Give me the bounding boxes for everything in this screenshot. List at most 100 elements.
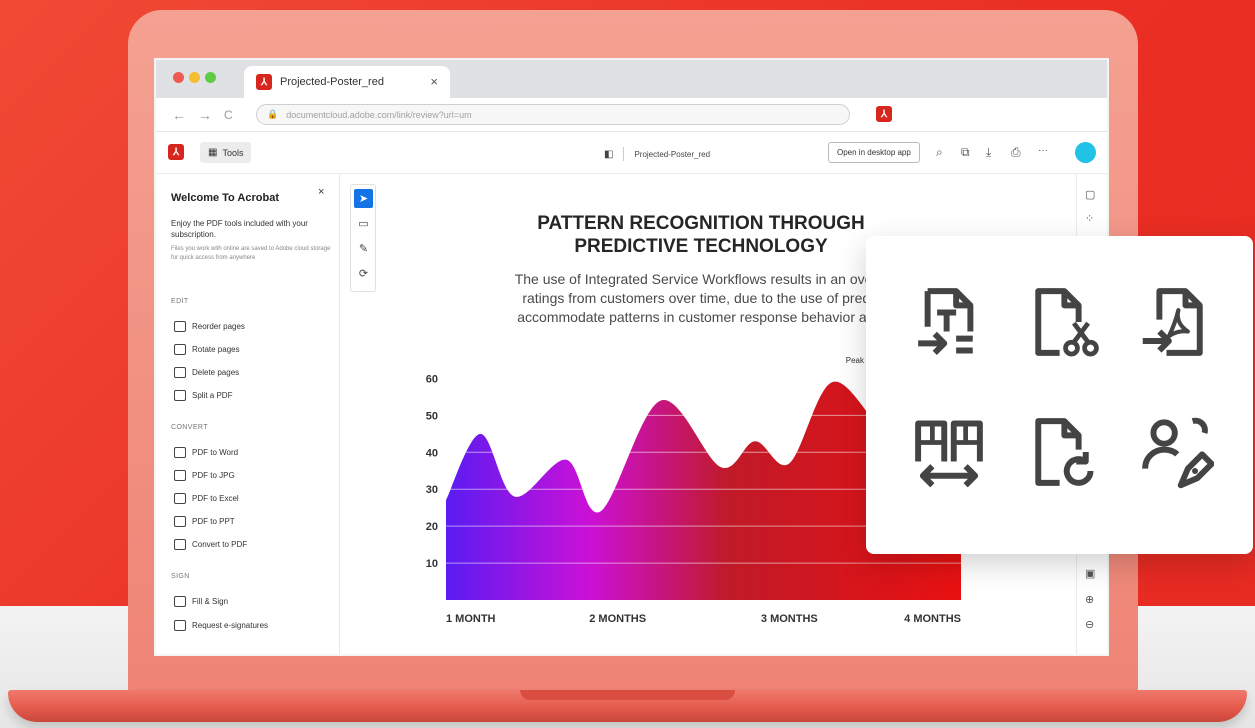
tool-pdf-to-jpg[interactable]: PDF to JPG: [174, 470, 235, 481]
tool-pdf-to-excel[interactable]: PDF to Excel: [174, 493, 239, 504]
comment-icon[interactable]: ▢: [1085, 188, 1095, 201]
organize-icon[interactable]: ⁘: [1085, 212, 1094, 225]
divider: [623, 147, 625, 161]
close-panel-icon[interactable]: ×: [318, 186, 324, 198]
tool-split-pdf[interactable]: Split a PDF: [174, 390, 232, 401]
acrobat-extension-icon[interactable]: ⅄: [876, 106, 892, 122]
browser-tab[interactable]: ⅄ Projected-Poster_red ×: [244, 66, 450, 98]
page-thumbnails-icon[interactable]: ◧: [604, 149, 613, 160]
tool-icons-card: [866, 236, 1253, 554]
pdf-to-jpg-icon: [174, 470, 186, 481]
tool-label: Request e-signatures: [192, 621, 269, 630]
reorder-pages-icon: [174, 321, 186, 332]
tool-label: PDF to JPG: [192, 471, 235, 480]
grid-icon: ▦: [208, 147, 218, 158]
panel-description: Enjoy the PDF tools included with your s…: [171, 219, 308, 239]
rotate-document-icon[interactable]: [1024, 414, 1100, 490]
x-tick-label: 1 MONTH: [446, 613, 496, 625]
tool-label: Reorder pages: [192, 322, 245, 331]
tool-pdf-to-ppt[interactable]: PDF to PPT: [174, 516, 235, 527]
search-icon[interactable]: ⌕: [936, 145, 943, 160]
delete-pages-icon: [174, 367, 186, 378]
doc-title-text: Projected-Poster_red: [634, 149, 711, 159]
x-tick-label: 2 MONTHS: [589, 613, 646, 625]
y-tick-label: 50: [426, 410, 438, 422]
pdf-to-excel-icon: [174, 493, 186, 504]
tool-delete-pages[interactable]: Delete pages: [174, 367, 239, 378]
reload-icon[interactable]: C: [224, 108, 233, 122]
y-tick-label: 10: [426, 558, 438, 570]
reorder-pages-icon[interactable]: [911, 414, 987, 490]
tool-label: Delete pages: [192, 368, 240, 377]
lasso-icon[interactable]: ⟳: [354, 264, 373, 283]
welcome-panel: Welcome To Acrobat × Enjoy the PDF tools…: [156, 174, 340, 654]
zoom-in-icon[interactable]: ⊕: [1085, 593, 1094, 606]
zoom-out-icon[interactable]: ⊖: [1085, 618, 1094, 631]
annotation-tool-strip: ➤ ▭ ✎ ⟳: [350, 184, 376, 292]
tool-fill-sign[interactable]: Fill & Sign: [174, 596, 228, 607]
back-icon[interactable]: ←: [172, 107, 186, 123]
document-title: ◧ Projected-Poster_red: [604, 147, 710, 161]
tool-rotate-pages[interactable]: Rotate pages: [174, 344, 240, 355]
rotate-pages-icon: [174, 344, 186, 355]
panel-note: Files you work with online are saved to …: [171, 246, 331, 261]
forward-icon[interactable]: →: [198, 107, 212, 123]
request-signature-icon[interactable]: [1138, 414, 1214, 490]
pdf-export-icon[interactable]: [1138, 284, 1214, 360]
section-sign: SIGN: [171, 573, 190, 580]
cut-document-icon[interactable]: [1024, 284, 1100, 360]
pen-draw-icon[interactable]: ✎: [354, 239, 373, 258]
tool-request-esignatures[interactable]: Request e-signatures: [174, 620, 268, 631]
y-tick-label: 30: [426, 484, 438, 496]
x-tick-label: 4 MONTHS: [904, 613, 961, 625]
select-cursor-icon[interactable]: ➤: [354, 189, 373, 208]
tool-label: PDF to PPT: [192, 517, 235, 526]
tools-button[interactable]: ▦ Tools: [200, 142, 252, 163]
y-tick-label: 40: [426, 447, 438, 459]
url-text: documentcloud.adobe.com/link/review?url=…: [286, 109, 472, 120]
avatar[interactable]: [1075, 142, 1096, 163]
add-comment-icon[interactable]: ▭: [354, 214, 373, 233]
acrobat-logo-icon[interactable]: ⅄: [168, 144, 184, 160]
close-tab-icon[interactable]: ×: [430, 74, 438, 89]
tool-pdf-to-word[interactable]: PDF to Word: [174, 447, 238, 458]
tools-label: Tools: [222, 147, 244, 158]
convert-to-pdf-icon: [174, 539, 186, 550]
download-icon[interactable]: ⤓: [986, 145, 991, 160]
heading-line: PATTERN RECOGNITION THROUGH: [537, 213, 865, 234]
section-edit: EDIT: [171, 298, 189, 305]
more-icon[interactable]: ···: [1038, 145, 1048, 156]
pdf-to-word-icon: [174, 447, 186, 458]
convert-to-text-icon[interactable]: [911, 284, 987, 360]
url-input[interactable]: 🔒 documentcloud.adobe.com/link/review?ur…: [256, 104, 850, 125]
share-icon[interactable]: ⧉: [961, 145, 970, 160]
browser-tab-bar: ⅄ Projected-Poster_red ×: [156, 60, 1107, 98]
tool-reorder-pages[interactable]: Reorder pages: [174, 321, 245, 332]
y-tick-label: 20: [426, 521, 438, 533]
lock-icon: 🔒: [267, 109, 279, 119]
page-icon[interactable]: ▣: [1085, 567, 1095, 580]
window-minimize-dot[interactable]: [189, 72, 200, 83]
tool-label: Rotate pages: [192, 345, 240, 354]
split-pdf-icon: [174, 390, 186, 401]
laptop-notch: [520, 690, 735, 700]
request-signatures-icon: [174, 620, 186, 631]
tool-label: PDF to Word: [192, 448, 239, 457]
acrobat-icon: ⅄: [256, 74, 272, 90]
panel-title: Welcome To Acrobat: [171, 192, 279, 204]
fill-sign-icon: [174, 596, 186, 607]
tool-label: Convert to PDF: [192, 540, 248, 549]
window-zoom-dot[interactable]: [205, 72, 216, 83]
open-in-desktop-button[interactable]: Open in desktop app: [828, 142, 920, 163]
acrobat-toolbar: ⅄ ▦ Tools ◧ Projected-Poster_red Open in…: [156, 132, 1107, 174]
tool-label: PDF to Excel: [192, 494, 239, 503]
tool-label: Split a PDF: [192, 391, 233, 400]
y-tick-label: 60: [426, 373, 438, 385]
section-convert: CONVERT: [171, 424, 208, 431]
tool-label: Fill & Sign: [192, 597, 229, 606]
browser-address-bar: ← → C 🔒 documentcloud.adobe.com/link/rev…: [156, 98, 1107, 132]
window-close-dot[interactable]: [173, 72, 184, 83]
tool-convert-to-pdf[interactable]: Convert to PDF: [174, 539, 247, 550]
pdf-to-ppt-icon: [174, 516, 186, 527]
print-icon[interactable]: ⎙: [1011, 145, 1021, 160]
